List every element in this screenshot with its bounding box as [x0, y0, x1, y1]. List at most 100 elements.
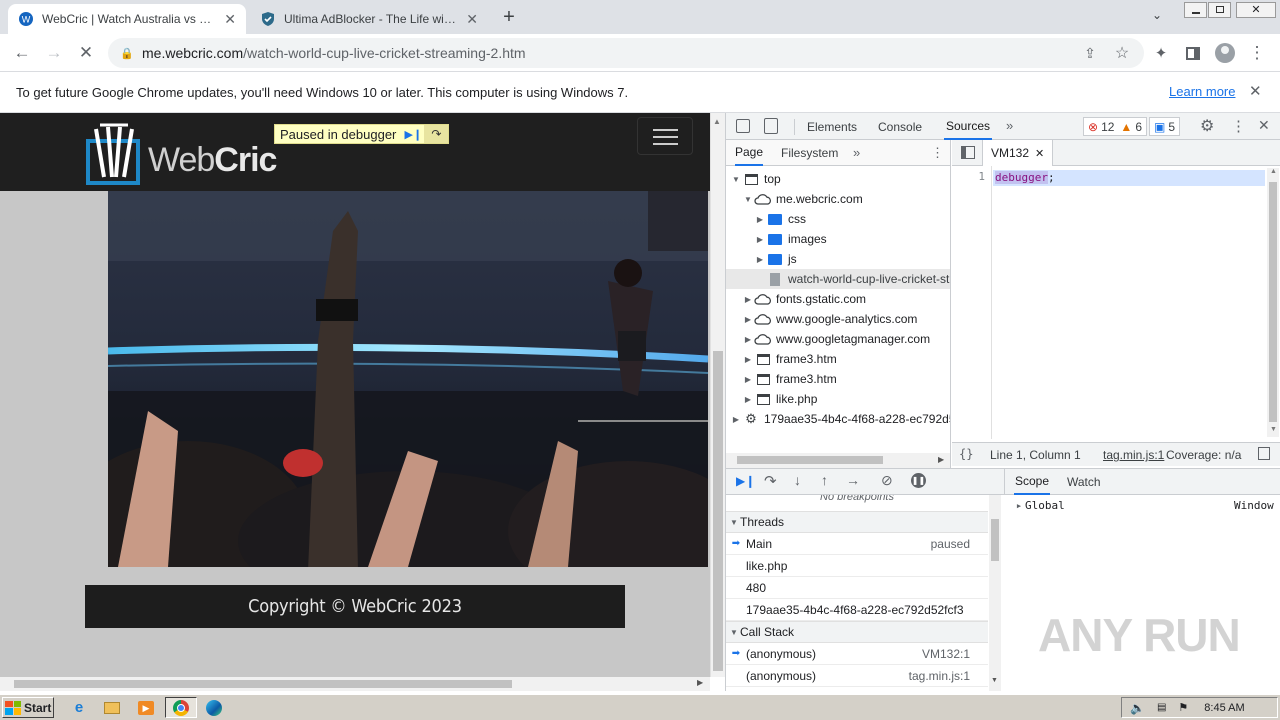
- restore-icon[interactable]: [1208, 2, 1231, 18]
- scrollbar-thumb[interactable]: [991, 519, 999, 561]
- internet-explorer-icon[interactable]: e: [68, 697, 90, 718]
- messages-counter[interactable]: ▣ 5: [1149, 117, 1181, 136]
- profile-avatar-icon[interactable]: [1210, 34, 1240, 72]
- more-navigator-tabs-icon[interactable]: »: [853, 145, 860, 160]
- navigator-tab-page[interactable]: Page: [735, 140, 764, 166]
- close-tab-icon[interactable]: ✕: [224, 11, 236, 28]
- tab-watch[interactable]: Watch: [1067, 469, 1101, 495]
- expand-arrow-icon[interactable]: ▶: [742, 355, 754, 364]
- thread-row[interactable]: 480: [726, 577, 988, 599]
- expand-arrow-icon[interactable]: ▼: [730, 175, 742, 184]
- thread-row[interactable]: 179aae35-4b4c-4f68-a228-ec792d52fcf3: [726, 599, 988, 621]
- action-center-flag-icon[interactable]: ⚑: [1178, 701, 1188, 714]
- tab-webcric[interactable]: W WebCric | Watch Australia vs South Afr…: [8, 4, 246, 34]
- scrollbar-thumb[interactable]: [14, 680, 512, 688]
- minimize-icon[interactable]: [1184, 2, 1207, 18]
- close-tab-icon[interactable]: ✕: [466, 11, 478, 28]
- start-button[interactable]: Start: [2, 697, 54, 718]
- resume-script-icon[interactable]: ▶❙: [736, 474, 755, 488]
- tree-item[interactable]: ▶ images: [726, 229, 950, 249]
- resume-icon[interactable]: ▶❙: [402, 125, 424, 143]
- thread-row[interactable]: like.php: [726, 555, 988, 577]
- bookmark-star-icon[interactable]: ☆: [1107, 34, 1137, 72]
- tab-scope[interactable]: Scope: [1014, 469, 1051, 495]
- expand-arrow-icon[interactable]: ▶: [742, 335, 754, 344]
- sidebar-scrollbar[interactable]: ▼: [989, 495, 1001, 691]
- menu-kebab-icon[interactable]: ⋮: [1242, 34, 1272, 72]
- navigator-menu-icon[interactable]: ⋮: [931, 145, 944, 161]
- step-into-icon[interactable]: ↓: [794, 472, 801, 488]
- expand-arrow-icon[interactable]: ▶: [742, 395, 754, 404]
- tree-item[interactable]: ▶⚙ 179aae35-4b4c-4f68-a228-ec792d52fcf3: [726, 409, 950, 429]
- settings-gear-icon[interactable]: ⚙: [1200, 116, 1214, 136]
- pretty-print-icon[interactable]: {}: [959, 447, 973, 461]
- deactivate-breakpoints-icon[interactable]: ⊘: [881, 472, 893, 489]
- expand-arrow-icon[interactable]: ▶: [742, 295, 754, 304]
- tree-item[interactable]: ▶ fonts.gstatic.com: [726, 289, 950, 309]
- scroll-right-icon[interactable]: ▶: [697, 678, 703, 687]
- step-over-icon[interactable]: ↷: [424, 125, 449, 143]
- tab-sources[interactable]: Sources: [944, 113, 993, 140]
- tree-item[interactable]: ▶ www.googletagmanager.com: [726, 329, 950, 349]
- thread-row[interactable]: ➡ Main paused: [726, 533, 988, 555]
- source-map-link[interactable]: tag.min.js:1: [1103, 448, 1164, 462]
- learn-more-link[interactable]: Learn more: [1169, 84, 1235, 99]
- call-frame-row[interactable]: ➡ (anonymous) VM132:1: [726, 643, 988, 665]
- navigator-tab-filesystem[interactable]: Filesystem: [781, 140, 838, 166]
- close-infobar-icon[interactable]: ✕: [1249, 82, 1262, 100]
- share-icon[interactable]: ⇪: [1075, 34, 1105, 72]
- expand-arrow-icon[interactable]: ▶: [730, 415, 742, 424]
- tab-console[interactable]: Console: [878, 113, 922, 140]
- volume-icon[interactable]: 🔈: [1130, 701, 1145, 715]
- stop-loading-icon[interactable]: ✕: [71, 34, 101, 72]
- device-toolbar-icon[interactable]: [764, 118, 778, 134]
- step-over-icon[interactable]: ↷: [764, 472, 777, 490]
- media-player-icon[interactable]: ▶: [135, 697, 157, 718]
- video-player[interactable]: [108, 191, 708, 567]
- hamburger-menu-button[interactable]: [637, 117, 693, 155]
- page-vertical-scrollbar[interactable]: ▲: [710, 113, 725, 677]
- new-tab-icon[interactable]: +: [498, 6, 520, 28]
- close-devtools-icon[interactable]: ✕: [1258, 117, 1270, 134]
- tree-item[interactable]: ▼ me.webcric.com: [726, 189, 950, 209]
- scroll-up-icon[interactable]: ▲: [713, 117, 721, 126]
- file-explorer-icon[interactable]: [101, 697, 123, 718]
- more-tabs-chevron-icon[interactable]: »: [1006, 118, 1013, 133]
- expand-arrow-icon[interactable]: ▼: [742, 195, 754, 204]
- network-icon[interactable]: ▤: [1157, 702, 1166, 713]
- tree-item[interactable]: ▶ js: [726, 249, 950, 269]
- tree-item[interactable]: ▶ frame3.htm: [726, 349, 950, 369]
- pause-on-exceptions-icon[interactable]: ❚❚: [911, 473, 926, 488]
- call-frame-row[interactable]: (anonymous) tag.min.js:1: [726, 665, 988, 687]
- page-horizontal-scrollbar[interactable]: ▶: [0, 677, 710, 691]
- webcric-logo[interactable]: WebCric: [86, 121, 286, 185]
- scrollbar-thumb[interactable]: [1269, 182, 1277, 422]
- extensions-puzzle-icon[interactable]: ✦: [1146, 34, 1176, 72]
- back-icon[interactable]: ←: [7, 34, 37, 72]
- chrome-taskbar-icon[interactable]: [165, 697, 197, 718]
- tree-item[interactable]: ▶ css: [726, 209, 950, 229]
- editor-scrollbar[interactable]: ▲ ▼: [1267, 168, 1279, 437]
- forward-icon[interactable]: →: [39, 34, 69, 72]
- edge-icon[interactable]: [203, 697, 225, 718]
- step-icon[interactable]: →: [846, 472, 860, 488]
- scope-global-row[interactable]: ▶ Global: [1013, 499, 1065, 512]
- step-out-icon[interactable]: ↑: [821, 472, 828, 488]
- call-stack-section-header[interactable]: ▼ Call Stack: [726, 621, 988, 643]
- clock-time[interactable]: 8:45 AM: [1204, 702, 1244, 714]
- issues-counter[interactable]: ⊗ 12 ▲ 6: [1083, 117, 1147, 136]
- devtools-menu-icon[interactable]: ⋮: [1231, 117, 1246, 135]
- tab-adblocker[interactable]: Ultima AdBlocker - The Life without Ads …: [250, 4, 488, 34]
- toggle-panel-icon[interactable]: [1258, 447, 1270, 460]
- tree-item[interactable]: watch-world-cup-live-cricket-streaming-2…: [726, 269, 950, 289]
- threads-section-header[interactable]: ▼ Threads: [726, 511, 988, 533]
- expand-arrow-icon[interactable]: ▶: [742, 315, 754, 324]
- inspect-element-icon[interactable]: [736, 119, 750, 133]
- address-bar[interactable]: 🔒 me.webcric.com/watch-world-cup-live-cr…: [108, 38, 1144, 68]
- editor-tab-vm132[interactable]: VM132 ✕: [982, 140, 1054, 166]
- expand-arrow-icon[interactable]: ▶: [754, 215, 766, 224]
- expand-arrow-icon[interactable]: ▶: [742, 375, 754, 384]
- tree-item[interactable]: ▶ www.google-analytics.com: [726, 309, 950, 329]
- toggle-navigator-icon[interactable]: [961, 146, 975, 159]
- code-editor[interactable]: 1 debugger; ▲ ▼: [952, 166, 1280, 439]
